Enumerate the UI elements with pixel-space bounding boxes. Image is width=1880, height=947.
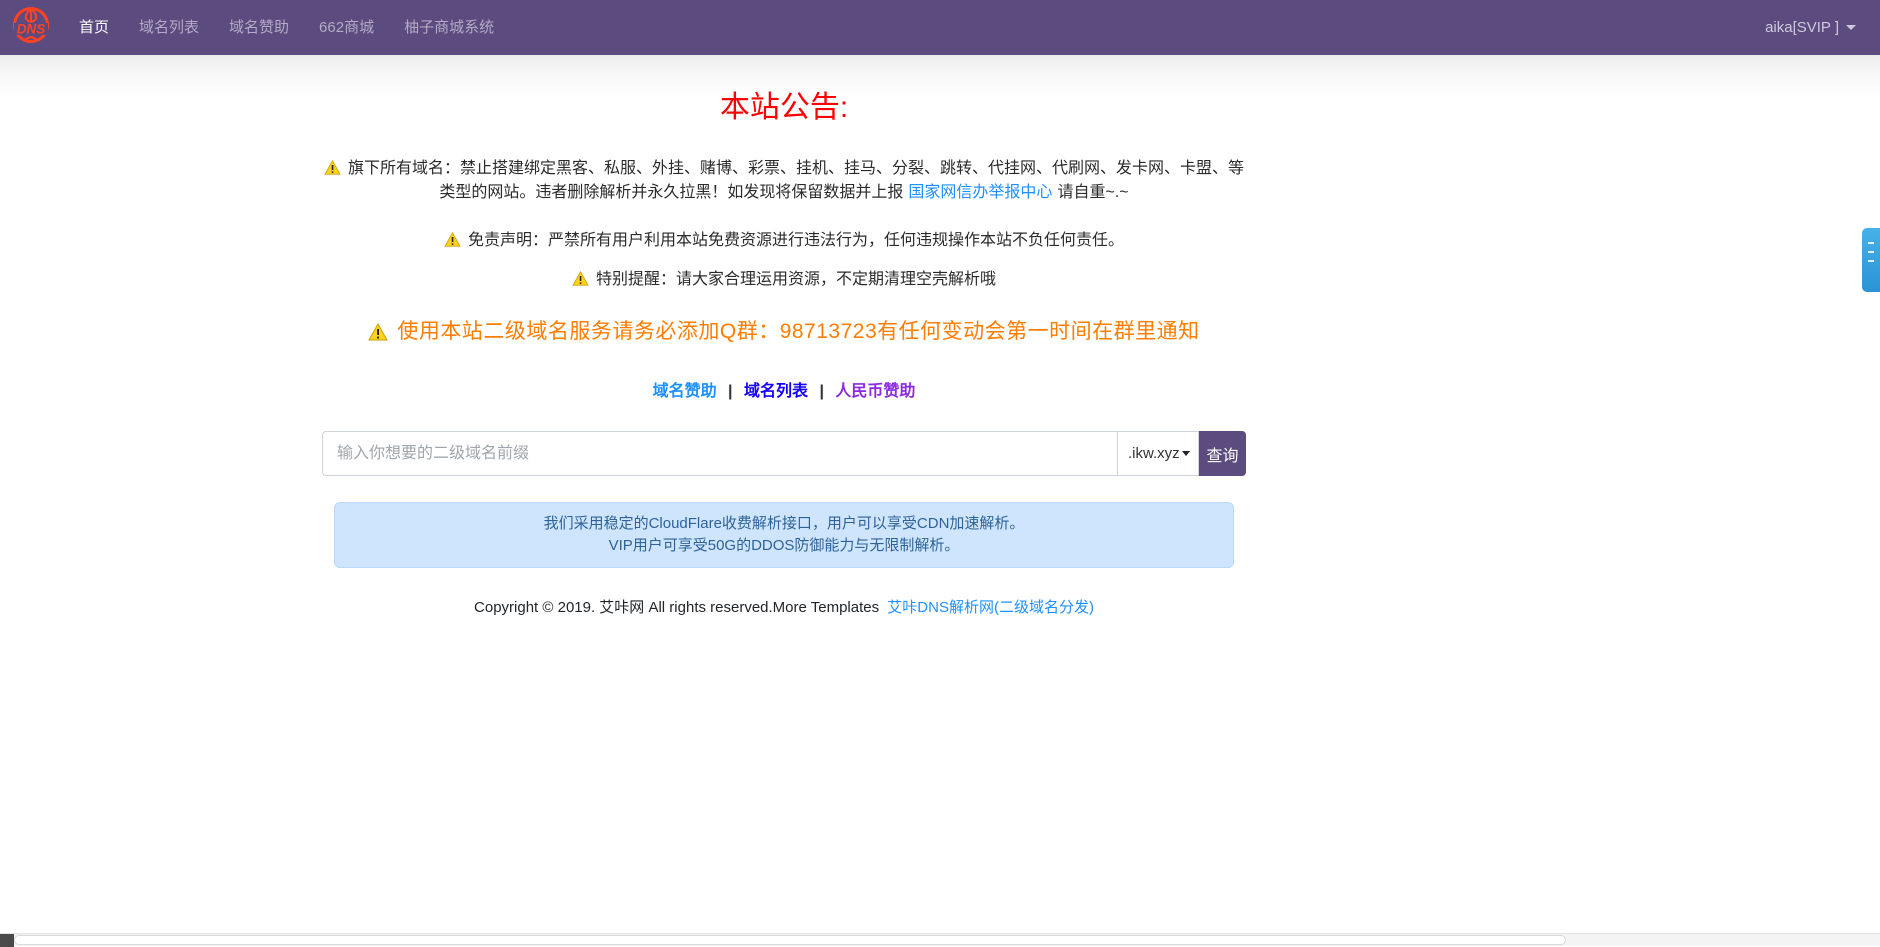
user-dropdown-label: aika[SVIP ]: [1765, 19, 1839, 36]
main-content: 本站公告: 旗下所有域名：禁止搭建绑定黑客、私服、外挂、赌博、彩票、挂机、挂马、…: [0, 55, 1568, 617]
domain-search-bar: .ikw.xyz 查询: [322, 431, 1246, 476]
notice-disclaimer: 免责声明：严禁所有用户利用本站免费资源进行违法行为，任何违规操作本站不负任何责任…: [319, 230, 1249, 254]
quick-link-domain-sponsor[interactable]: 域名赞助: [653, 383, 717, 400]
quick-link-rmb-sponsor[interactable]: 人民币赞助: [835, 383, 915, 400]
warning-icon: [444, 232, 461, 254]
search-button[interactable]: 查询: [1199, 431, 1246, 476]
navbar: DNS 首页 域名列表 域名赞助 662商城 柚子商城系统 aika[SVIP …: [0, 0, 1880, 55]
quick-link-separator: |: [728, 383, 732, 400]
notice-reminder-text: 特别提醒：请大家合理运用资源，不定期清理空壳解析哦: [596, 271, 996, 288]
nav-item-home[interactable]: 首页: [64, 0, 124, 55]
qq-group-notice-text: 使用本站二级域名服务请务必添加Q群：98713723有任何变动会第一时间在群里通…: [397, 320, 1199, 343]
quick-links: 域名赞助 | 域名列表 | 人民币赞助: [0, 377, 1568, 401]
nav-item-662-shop[interactable]: 662商城: [304, 0, 389, 55]
side-widget-grip-icon: [1868, 242, 1874, 269]
domain-suffix-select[interactable]: .ikw.xyz: [1117, 431, 1199, 476]
page-title: 本站公告:: [0, 82, 1568, 126]
scrollbar-corner: [0, 934, 14, 947]
warning-icon: [368, 323, 388, 347]
domain-prefix-input[interactable]: [322, 431, 1117, 476]
horizontal-scrollbar[interactable]: [0, 933, 1880, 946]
nav-item-domain-sponsor[interactable]: 域名赞助: [214, 0, 304, 55]
warning-icon: [324, 160, 341, 182]
info-line-1: 我们采用稳定的CloudFlare收费解析接口，用户可以享受CDN加速解析。: [351, 513, 1217, 535]
nav-item-domain-list[interactable]: 域名列表: [124, 0, 214, 55]
notice-reminder: 特别提醒：请大家合理运用资源，不定期清理空壳解析哦: [319, 269, 1249, 293]
dns-globe-icon: DNS: [12, 6, 50, 49]
quick-link-domain-list[interactable]: 域名列表: [744, 383, 808, 400]
site-logo[interactable]: DNS: [12, 6, 50, 49]
domain-suffix-value: .ikw.xyz: [1128, 445, 1180, 462]
warning-icon: [572, 271, 589, 293]
nav-item-youzi-shop[interactable]: 柚子商城系统: [389, 0, 509, 55]
notice-domains-tail: 请自重~.~: [1057, 184, 1128, 201]
notice-domains: 旗下所有域名：禁止搭建绑定黑客、私服、外挂、赌博、彩票、挂机、挂马、分裂、跳转、…: [319, 158, 1249, 204]
info-line-2: VIP用户可享受50G的DDOS防御能力与无限制解析。: [351, 535, 1217, 557]
select-caret-icon: [1182, 451, 1190, 456]
user-dropdown[interactable]: aika[SVIP ]: [1765, 19, 1856, 36]
horizontal-scrollbar-thumb[interactable]: [14, 935, 1566, 945]
copyright: Copyright © 2019. 艾咔网 All rights reserve…: [0, 596, 1568, 617]
footer-site-link[interactable]: 艾咔DNS解析网(二级域名分发): [887, 599, 1094, 616]
cloudflare-info-box: 我们采用稳定的CloudFlare收费解析接口，用户可以享受CDN加速解析。 V…: [334, 502, 1234, 568]
copyright-text: Copyright © 2019. 艾咔网 All rights reserve…: [474, 599, 879, 616]
quick-link-separator: |: [819, 383, 823, 400]
svg-text:DNS: DNS: [17, 22, 46, 37]
nav-links: 首页 域名列表 域名赞助 662商城 柚子商城系统: [64, 0, 509, 55]
qq-group-notice: 使用本站二级域名服务请务必添加Q群：98713723有任何变动会第一时间在群里通…: [0, 315, 1568, 347]
notice-disclaimer-text: 免责声明：严禁所有用户利用本站免费资源进行违法行为，任何违规操作本站不负任何责任…: [468, 232, 1124, 249]
side-widget-tab[interactable]: [1862, 228, 1880, 292]
report-center-link[interactable]: 国家网信办举报中心: [908, 184, 1052, 201]
chevron-down-icon: [1846, 25, 1856, 30]
